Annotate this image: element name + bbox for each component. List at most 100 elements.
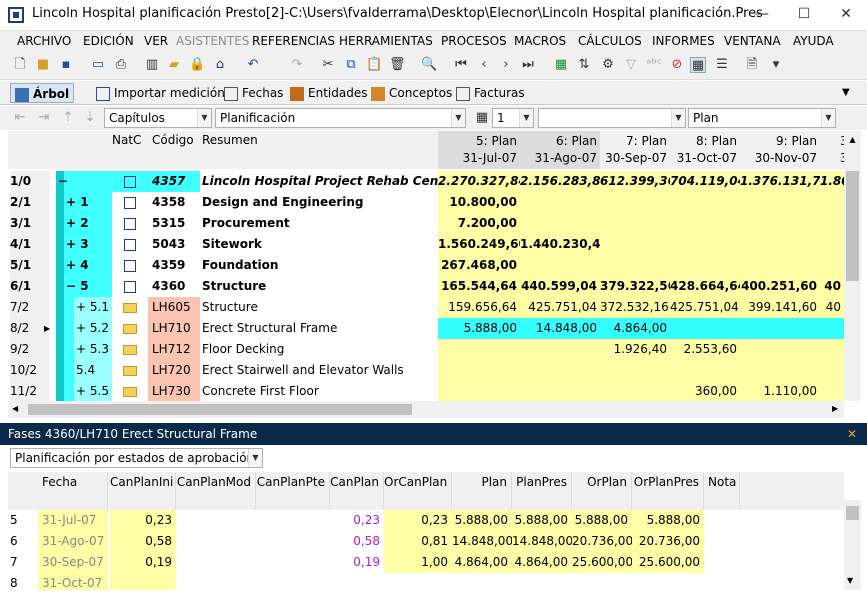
row-id[interactable]: 9/2 bbox=[10, 339, 50, 360]
prev-icon[interactable]: ‹ bbox=[476, 57, 492, 73]
phases-cell-fecha[interactable]: 31-Ago-07 bbox=[38, 531, 108, 552]
filter-icon[interactable]: ▽ bbox=[623, 57, 639, 73]
plan-cell[interactable] bbox=[740, 339, 820, 360]
row-id[interactable]: 1/0 bbox=[10, 171, 50, 192]
tree-toggle[interactable]: + 5.5 bbox=[76, 381, 112, 401]
phases-cell-orplan[interactable]: 5.888,00 bbox=[572, 510, 632, 531]
phases-header-plan[interactable]: Plan bbox=[452, 472, 512, 510]
tree-grid[interactable]: NatC Código Resumen 5: Plan 31-Jul-07 6: … bbox=[8, 131, 844, 401]
plan-select[interactable]: Plan ▼ bbox=[688, 108, 836, 128]
phases-cell-plan[interactable]: 5.888,00 bbox=[452, 510, 512, 531]
phases-cell-orplan[interactable] bbox=[572, 573, 632, 590]
tree-toggle[interactable]: + 5.3 bbox=[76, 339, 112, 360]
plan-cell[interactable] bbox=[670, 213, 740, 234]
plan-cell[interactable] bbox=[520, 192, 600, 213]
plan-cell[interactable] bbox=[740, 213, 820, 234]
tree-toggle[interactable]: + 5.2 bbox=[76, 318, 112, 339]
phases-header-mod[interactable]: CanPlanMod bbox=[176, 472, 256, 510]
natc-cell[interactable] bbox=[112, 234, 148, 255]
plan-cell[interactable]: 2.156.283,84 bbox=[520, 171, 600, 192]
plan-cell[interactable]: 360,00 bbox=[670, 381, 740, 401]
natc-cell[interactable] bbox=[112, 255, 148, 276]
print-icon[interactable]: ⎙ bbox=[113, 57, 129, 73]
plan-cell[interactable] bbox=[670, 360, 740, 381]
tree-row[interactable]: 5/1 + 4 4359 Foundation 267.468,00 bbox=[8, 255, 844, 276]
scroll-thumb-horizontal[interactable] bbox=[28, 404, 412, 415]
phases-cell-pres[interactable]: 5.888,00 bbox=[512, 510, 572, 531]
plan-cell[interactable] bbox=[670, 234, 740, 255]
row-id[interactable]: 7/2 bbox=[10, 297, 50, 318]
undo-icon[interactable]: ↶ bbox=[245, 57, 261, 73]
plan-cell[interactable] bbox=[820, 360, 844, 381]
panel-scroll-thumb[interactable] bbox=[846, 506, 859, 520]
natc-cell[interactable] bbox=[112, 360, 148, 381]
plan-cell[interactable] bbox=[520, 213, 600, 234]
horizontal-scrollbar[interactable]: ◀ ▶ bbox=[8, 401, 844, 418]
plan-cell[interactable]: 10.800,00 bbox=[438, 192, 520, 213]
more-icon[interactable]: ▾ bbox=[768, 57, 784, 73]
scroll-down-icon[interactable]: ▼ bbox=[847, 576, 853, 585]
plan-cell[interactable] bbox=[600, 381, 670, 401]
scroll-left-icon[interactable]: ◀ bbox=[12, 404, 18, 413]
tree-toggle[interactable]: 5.4 bbox=[76, 360, 112, 381]
save-icon[interactable]: ▪ bbox=[58, 57, 74, 73]
phases-header-can[interactable]: CanPlan bbox=[330, 472, 384, 510]
menu-ayuda[interactable]: AYUDA bbox=[793, 34, 834, 48]
phases-cell-fecha[interactable]: 31-Jul-07 bbox=[38, 510, 108, 531]
menu-edicion[interactable]: EDICIÓN bbox=[83, 34, 134, 48]
plan-cell[interactable] bbox=[820, 381, 844, 401]
phases-cell-pres[interactable]: 4.864,00 bbox=[512, 552, 572, 573]
code-cell[interactable]: 4357 bbox=[148, 171, 200, 192]
tree-row[interactable]: 3/1 + 2 5315 Procurement 7.200,00 bbox=[8, 213, 844, 234]
menu-procesos[interactable]: PROCESOS bbox=[441, 34, 507, 48]
maximize-button[interactable]: ☐ bbox=[784, 0, 824, 30]
plan-cell[interactable] bbox=[520, 381, 600, 401]
row-id[interactable]: 6/1 bbox=[10, 276, 50, 297]
natc-cell[interactable] bbox=[112, 339, 148, 360]
plan-cell[interactable]: 159.656,64 bbox=[438, 297, 520, 318]
header-plan-6[interactable]: 6: Plan 31-Ago-07 bbox=[520, 131, 600, 169]
phases-cell-pres[interactable]: 14.848,00 bbox=[512, 531, 573, 552]
plan-cell[interactable]: 1.560.249,60 bbox=[438, 234, 520, 255]
plan-cell[interactable]: 372.532,16 bbox=[600, 297, 670, 318]
plan-cell[interactable]: 399.141,60 bbox=[740, 297, 820, 318]
phases-header-pte[interactable]: CanPlanPte bbox=[256, 472, 330, 510]
tools-icon[interactable]: ⚙ bbox=[600, 57, 616, 73]
expand-icon[interactable]: ⇅ bbox=[576, 57, 592, 73]
header-resumen[interactable]: Resumen bbox=[202, 133, 258, 171]
phases-cell-orcan[interactable]: 0,23 bbox=[384, 510, 452, 531]
plan-cell[interactable]: 425.751,04 bbox=[520, 297, 600, 318]
plan-cell[interactable] bbox=[820, 255, 844, 276]
tree-toggle[interactable]: + 2 bbox=[66, 213, 112, 234]
first-icon[interactable]: ⏮ bbox=[453, 57, 469, 73]
tree-row[interactable]: 8/2 ▶ + 5.2 LH710 Erect Structural Frame 5.88… bbox=[8, 318, 844, 339]
no-sign-icon[interactable]: ⊘ bbox=[669, 57, 685, 73]
plan-cell[interactable] bbox=[740, 318, 820, 339]
plan-cell[interactable] bbox=[438, 339, 520, 360]
plan-cell[interactable] bbox=[670, 192, 740, 213]
header-plan-7[interactable]: 7: Plan 30-Sep-07 bbox=[600, 131, 670, 169]
phases-row-number[interactable]: 8 bbox=[8, 573, 38, 590]
phases-cell-ini[interactable]: 0,58 bbox=[110, 531, 176, 552]
view-select[interactable]: Planificación ▼ bbox=[215, 108, 466, 128]
phases-cell-orpres[interactable]: 5.888,00 bbox=[632, 510, 704, 531]
menu-ver[interactable]: VER bbox=[144, 34, 168, 48]
phases-cell-orcan[interactable]: 0,81 bbox=[384, 531, 452, 552]
natc-cell[interactable] bbox=[112, 381, 148, 401]
cut-icon[interactable]: ✂ bbox=[320, 57, 336, 73]
natc-cell[interactable] bbox=[112, 192, 148, 213]
row-id[interactable]: 2/1 bbox=[10, 192, 50, 213]
summary-cell[interactable]: Design and Engineering bbox=[202, 192, 438, 213]
summary-cell[interactable]: Structure bbox=[202, 276, 438, 297]
phases-cell-can[interactable]: 0,23 bbox=[330, 510, 384, 531]
plan-cell[interactable] bbox=[820, 234, 844, 255]
indent-right-icon[interactable]: ⇥ bbox=[36, 110, 52, 126]
phases-header-ini[interactable]: CanPlanIni bbox=[110, 472, 176, 510]
header-plan-5[interactable]: 5: Plan 31-Jul-07 bbox=[438, 131, 520, 169]
new-file-icon[interactable]: 🗋 bbox=[12, 57, 28, 73]
summary-cell[interactable]: Floor Decking bbox=[202, 339, 438, 360]
phases-cell-fecha[interactable]: 31-Oct-07 bbox=[38, 573, 108, 590]
tab-importar-medicion[interactable]: Importar medición bbox=[96, 83, 225, 103]
phases-header-orpres[interactable]: OrPlanPres bbox=[632, 472, 704, 510]
tree-toggle[interactable]: − bbox=[58, 171, 112, 192]
